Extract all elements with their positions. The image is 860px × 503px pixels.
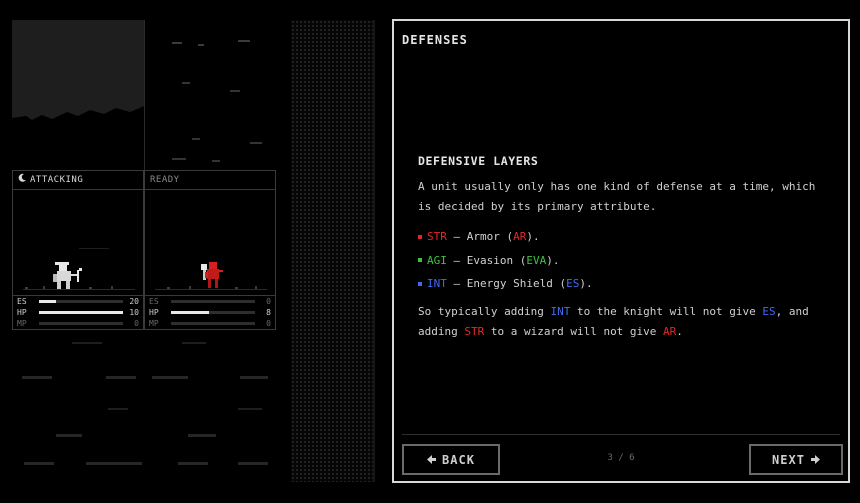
- stat-track: [39, 300, 123, 303]
- separator: —: [446, 277, 467, 291]
- defense-item-str: STR — Armor (AR).: [418, 225, 828, 249]
- stat-row-mp: MP 0: [145, 318, 275, 329]
- unit-status-label: ATTACKING: [30, 175, 84, 185]
- defense-name: Energy Shield (: [466, 277, 567, 291]
- stat-value: 8: [266, 308, 271, 317]
- defense-name: Evasion (: [466, 253, 527, 267]
- unit-status-bar: ATTACKING: [13, 171, 143, 190]
- stat-track: [39, 311, 123, 314]
- strip-edge: [373, 20, 375, 482]
- outro-text: to the knight will not give: [570, 304, 763, 318]
- terrain-silhouette: [12, 40, 262, 170]
- defense-abbr: AR: [663, 324, 677, 338]
- section-title: DEFENSIVE LAYERS: [418, 154, 539, 168]
- stat-label: ES: [149, 297, 159, 306]
- moon-icon: [18, 171, 27, 189]
- stat-keyword: STR: [427, 230, 447, 244]
- separator: —: [446, 253, 467, 267]
- bullet-marker: [418, 234, 422, 239]
- next-label: NEXT: [772, 452, 805, 467]
- stat-row-hp: HP 8: [145, 307, 275, 318]
- footer-divider: [402, 434, 840, 435]
- stat-value: 20: [129, 297, 139, 306]
- stat-row-mp: MP 0: [13, 318, 143, 329]
- texture-strip: [291, 20, 373, 482]
- next-button[interactable]: NEXT: [749, 444, 843, 475]
- defense-abbr: EVA: [526, 253, 547, 267]
- dialog-title: DEFENSES: [402, 33, 468, 47]
- closing: ).: [546, 253, 560, 267]
- defense-abbr: ES: [566, 277, 580, 291]
- stat-row-es: ES 0: [145, 296, 275, 307]
- intro-paragraph: A unit usually only has one kind of defe…: [418, 180, 816, 213]
- defense-item-int: INT — Energy Shield (ES).: [418, 272, 828, 296]
- stat-track: [171, 311, 255, 314]
- closing: ).: [526, 230, 540, 244]
- defense-list: STR — Armor (AR). AGI — Evasion (EVA). I…: [418, 225, 828, 296]
- unit-card-knight[interactable]: ATTACKING ES 20 HP 10 MP 0: [12, 170, 144, 330]
- stat-label: ES: [17, 297, 27, 306]
- defense-abbr: ES: [762, 304, 776, 318]
- stat-label: MP: [17, 319, 27, 328]
- stat-keyword: INT: [427, 277, 447, 291]
- bullet-marker: [418, 281, 422, 286]
- es-bar-fill: [39, 300, 56, 303]
- unit-portrait: [145, 190, 275, 296]
- stat-label: HP: [149, 308, 159, 317]
- stat-track: [39, 322, 123, 325]
- separator: —: [446, 230, 467, 244]
- stat-value: 0: [134, 319, 139, 328]
- red-skeleton-sprite: [155, 262, 267, 290]
- stat-value: 10: [129, 308, 139, 317]
- closing: ).: [579, 277, 593, 291]
- stat-track: [171, 322, 255, 325]
- outro-text: So typically adding: [418, 304, 551, 318]
- stat-keyword: STR: [464, 324, 485, 338]
- outro-text: to a wizard will not give: [484, 324, 664, 338]
- stat-label: HP: [17, 308, 27, 317]
- stat-track: [171, 300, 255, 303]
- stat-keyword: INT: [550, 304, 571, 318]
- stat-row-es: ES 20: [13, 296, 143, 307]
- stat-value: 0: [266, 297, 271, 306]
- unit-card-enemy[interactable]: READY ES 0 HP 8 MP 0: [144, 170, 276, 330]
- stat-value: 0: [266, 319, 271, 328]
- stat-keyword: AGI: [427, 253, 447, 267]
- stat-label: MP: [149, 319, 159, 328]
- unit-portrait: [13, 190, 143, 296]
- outro-paragraph: So typically adding INT to the knight wi…: [418, 302, 828, 342]
- dialog-content: DEFENSIVE LAYERS A unit usually only has…: [418, 154, 828, 342]
- hp-bar-fill: [171, 311, 209, 314]
- defense-name: Armor (: [466, 230, 514, 244]
- bullet-marker: [418, 258, 422, 263]
- hp-bar-fill: [39, 311, 123, 314]
- unit-status-bar: READY: [145, 171, 275, 190]
- outro-text: .: [676, 324, 683, 338]
- stat-row-hp: HP 10: [13, 307, 143, 318]
- scene-background: [12, 20, 276, 170]
- lower-terrain: [22, 342, 268, 465]
- tutorial-dialog: DEFENSES DEFENSIVE LAYERS A unit usually…: [392, 19, 850, 483]
- defense-item-agi: AGI — Evasion (EVA).: [418, 249, 828, 273]
- battle-scene: ATTACKING ES 20 HP 10 MP 0 READY ES 0 HP…: [12, 20, 302, 482]
- unit-status-label: READY: [150, 175, 180, 185]
- arrow-right-icon: [810, 453, 820, 467]
- defense-abbr: AR: [513, 230, 527, 244]
- knight-sprite: [23, 248, 135, 290]
